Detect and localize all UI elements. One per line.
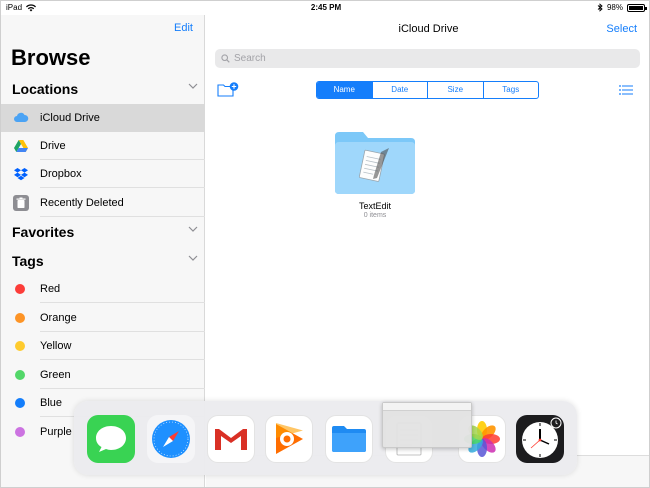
sort-option-name[interactable]: Name: [317, 82, 372, 98]
locations-heading: Locations: [12, 81, 79, 97]
locations-header[interactable]: Locations: [12, 81, 198, 97]
chevron-down-icon[interactable]: [188, 224, 198, 235]
tag-label: Yellow: [40, 340, 72, 352]
sidebar-item-label: iCloud Drive: [40, 112, 100, 124]
tags-heading: Tags: [12, 253, 44, 269]
sort-option-date[interactable]: Date: [371, 82, 428, 98]
status-bar: iPad 2:45 PM 98%: [1, 1, 649, 15]
browse-title: Browse: [11, 45, 91, 70]
battery-percent: 98%: [606, 3, 623, 12]
tag-color-dot: [15, 284, 25, 294]
tag-color-dot: [15, 427, 25, 437]
chevron-down-icon[interactable]: [188, 253, 198, 264]
sidebar-item-icloud-drive[interactable]: iCloud Drive: [1, 104, 205, 132]
sort-option-tags[interactable]: Tags: [482, 82, 539, 98]
sort-option-size[interactable]: Size: [427, 82, 483, 98]
sidebar-tag-red[interactable]: Red: [1, 275, 205, 303]
status-time: 2:45 PM: [310, 3, 342, 12]
battery-icon: [627, 3, 647, 12]
ipad-screen: iPad 2:45 PM 98% Edit Browse Locations i…: [0, 0, 650, 488]
list-view-icon[interactable]: [619, 85, 633, 95]
page-title: iCloud Drive: [398, 23, 459, 35]
tag-color-dot: [15, 341, 25, 351]
sidebar-item-drive[interactable]: Drive: [1, 132, 205, 160]
status-right: 98%: [597, 3, 647, 12]
select-button[interactable]: Select: [606, 23, 637, 35]
tag-label: Blue: [40, 397, 63, 409]
sidebar-tag-orange[interactable]: Orange: [1, 304, 205, 332]
chevron-down-icon[interactable]: [188, 81, 198, 92]
tags-header[interactable]: Tags: [12, 253, 198, 269]
edit-button[interactable]: Edit: [174, 22, 193, 34]
sidebar-item-recently-deleted[interactable]: Recently Deleted: [1, 189, 205, 217]
drag-preview-bar: [383, 403, 471, 411]
folder-subtitle: 0 items: [363, 212, 387, 219]
sidebar-tag-yellow[interactable]: Yellow: [1, 332, 205, 360]
row-divider: [40, 359, 205, 360]
tag-label: Orange: [40, 312, 77, 324]
dropbox-icon: [13, 166, 29, 182]
bluetooth-icon: [597, 3, 603, 12]
row-divider: [40, 187, 205, 188]
new-folder-icon[interactable]: [217, 82, 239, 98]
sidebar-tag-green[interactable]: Green: [1, 361, 205, 389]
tag-color-dot: [15, 370, 25, 380]
safari-icon[interactable]: [147, 415, 195, 463]
folder-name: TextEdit: [358, 201, 391, 211]
tag-color-dot: [15, 398, 25, 408]
tag-label: Purple: [40, 426, 72, 438]
row-divider: [40, 302, 205, 303]
folder-item[interactable]: [333, 130, 417, 201]
drag-preview[interactable]: [382, 402, 472, 448]
folder-icon: [335, 132, 415, 194]
favorites-header[interactable]: Favorites: [12, 224, 198, 240]
icloud-icon: [13, 110, 29, 126]
google-play-music-icon[interactable]: [265, 415, 313, 463]
search-field[interactable]: Search: [215, 49, 640, 68]
trash-icon: [13, 195, 29, 211]
google-drive-icon: [13, 138, 29, 154]
tag-color-dot: [15, 313, 25, 323]
gmail-icon[interactable]: [207, 415, 255, 463]
messages-icon[interactable]: [87, 415, 135, 463]
clock-icon[interactable]: [516, 415, 564, 463]
sort-segmented-control: Name Date Size Tags: [316, 81, 539, 99]
sidebar-item-dropbox[interactable]: Dropbox: [1, 160, 205, 188]
row-divider: [40, 216, 205, 217]
sidebar-item-label: Dropbox: [40, 168, 82, 180]
favorites-heading: Favorites: [12, 224, 75, 240]
tag-label: Red: [40, 283, 61, 295]
sidebar-item-label: Drive: [40, 140, 66, 152]
files-icon[interactable]: [325, 415, 373, 463]
search-placeholder: Search: [234, 53, 266, 64]
sidebar-item-label: Recently Deleted: [40, 197, 124, 209]
battery-level: [629, 5, 643, 10]
dock: [74, 401, 577, 475]
tag-label: Green: [40, 369, 71, 381]
search-icon: [221, 54, 230, 63]
